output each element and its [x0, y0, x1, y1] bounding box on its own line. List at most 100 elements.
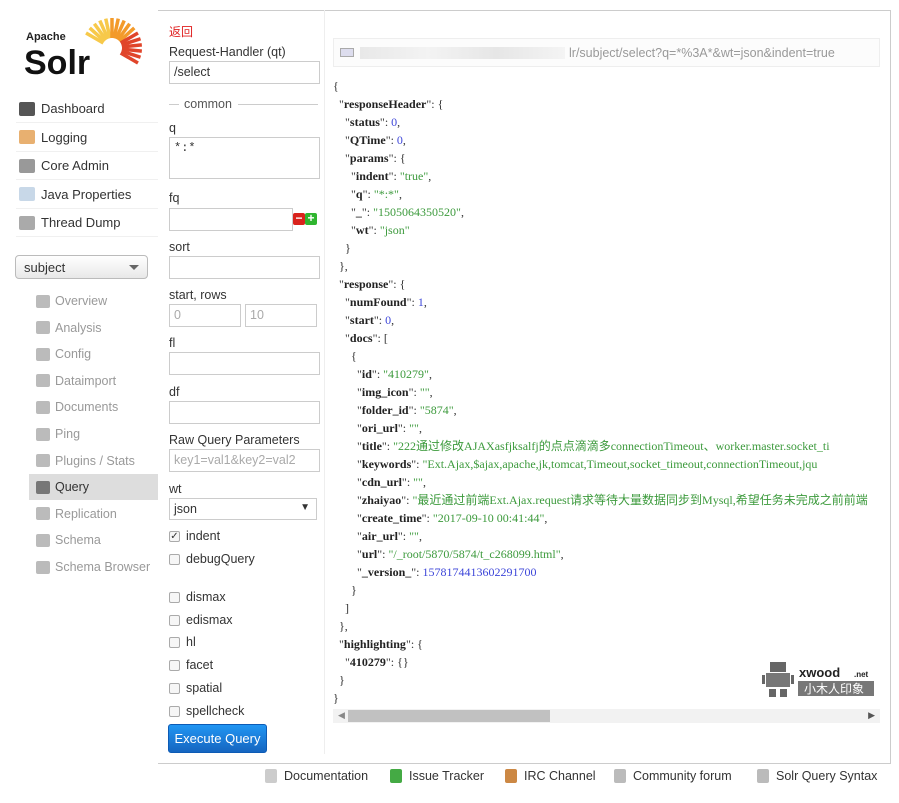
- json-key: 410279: [349, 655, 386, 669]
- checkbox-checked-icon: ✓: [169, 530, 180, 542]
- json-line: "_version_": 1578174413602291700: [333, 565, 537, 579]
- nav-item-dashboard[interactable]: Dashboard: [16, 95, 158, 123]
- indent-checkbox[interactable]: ✓ indent: [169, 529, 220, 543]
- json-punct: }: [345, 241, 351, 255]
- json-key: numFound: [349, 295, 407, 309]
- qt-input[interactable]: /select: [169, 61, 320, 84]
- json-line: "docs": [: [333, 331, 388, 345]
- core-nav-schema[interactable]: Schema: [29, 527, 158, 553]
- core-admin-icon: [19, 158, 35, 173]
- scroll-right-icon[interactable]: ▶: [868, 710, 875, 721]
- footer-link-solr-query-syntax[interactable]: Solr Query Syntax: [757, 769, 877, 783]
- json-punct: ,: [422, 475, 426, 489]
- add-fq-icon[interactable]: +: [305, 212, 317, 225]
- checkbox-icon: [169, 591, 180, 603]
- dismax-checkbox[interactable]: dismax: [169, 590, 226, 604]
- hl-checkbox[interactable]: hl: [169, 635, 196, 649]
- footer-link-community-forum[interactable]: Community forum: [614, 769, 732, 783]
- q-label: q: [169, 121, 176, 135]
- wt-select[interactable]: json ▼: [169, 498, 317, 520]
- overview-icon: [36, 294, 50, 308]
- scroll-left-icon[interactable]: ◀: [338, 710, 345, 721]
- core-nav-plugins-stats[interactable]: Plugins / Stats: [29, 448, 158, 474]
- footer-link-documentation[interactable]: Documentation: [265, 769, 368, 783]
- config-icon: [36, 347, 50, 361]
- json-punct: {: [417, 637, 423, 651]
- json-value: 1578174413602291700: [422, 565, 537, 579]
- bug-icon: [390, 769, 402, 783]
- json-punct: ,: [460, 205, 464, 219]
- core-nav-config[interactable]: Config: [29, 341, 158, 367]
- q-textarea[interactable]: *:*: [169, 137, 320, 179]
- json-punct: ,: [418, 529, 422, 543]
- json-value: "/_root/5870/5874/t_c268099.html": [388, 547, 561, 561]
- fq-input[interactable]: [169, 208, 293, 231]
- json-value: "1505064350520": [373, 205, 461, 219]
- facet-checkbox[interactable]: facet: [169, 658, 213, 672]
- ping-icon: [36, 427, 50, 441]
- json-punct: },: [339, 619, 348, 633]
- svg-text:.net: .net: [854, 670, 869, 679]
- core-nav-query[interactable]: Query: [29, 474, 158, 501]
- core-nav-documents[interactable]: Documents: [29, 394, 158, 420]
- common-legend: common: [184, 97, 232, 111]
- start-input[interactable]: 0: [169, 304, 241, 327]
- json-key: wt: [355, 223, 369, 237]
- spellcheck-checkbox[interactable]: spellcheck: [169, 704, 244, 718]
- result-url-link[interactable]: lr/subject/select?q=*%3A*&wt=json&indent…: [333, 38, 880, 67]
- documentation-icon: [265, 769, 277, 783]
- json-line: "zhaiyao": "最近通过前端Ext.Ajax.request请求等待大量…: [333, 493, 868, 507]
- core-nav-ping[interactable]: Ping: [29, 421, 158, 447]
- spatial-checkbox[interactable]: spatial: [169, 681, 222, 695]
- solr-logo[interactable]: Apache Solr: [24, 16, 144, 80]
- chevron-down-icon: ▼: [300, 502, 310, 513]
- json-line: "indent": "true",: [333, 169, 432, 183]
- logging-icon: [19, 130, 35, 144]
- json-punct: [: [383, 331, 388, 345]
- wt-label: wt: [169, 482, 182, 496]
- json-key: _: [355, 205, 362, 219]
- df-input[interactable]: [169, 401, 320, 424]
- remove-fq-icon[interactable]: −: [293, 212, 305, 225]
- edismax-checkbox[interactable]: edismax: [169, 613, 233, 627]
- sort-input[interactable]: [169, 256, 320, 279]
- rows-input[interactable]: 10: [245, 304, 317, 327]
- checkbox-icon: [169, 682, 180, 694]
- core-selector[interactable]: subject: [15, 255, 148, 279]
- json-punct: ,: [423, 295, 427, 309]
- core-nav-schema-browser[interactable]: Schema Browser: [29, 554, 158, 580]
- json-punct: ,: [428, 367, 432, 381]
- link-icon: [340, 48, 354, 57]
- nav-item-logging[interactable]: Logging: [16, 124, 158, 152]
- json-punct: ,: [453, 403, 457, 417]
- execute-query-button[interactable]: Execute Query: [168, 724, 267, 753]
- java-properties-icon: [19, 187, 35, 201]
- core-nav-dataimport[interactable]: Dataimport: [29, 368, 158, 394]
- svg-text:小木人印象: 小木人印象: [804, 682, 864, 696]
- json-value: "最近通过前端Ext.Ajax.request请求等待大量数据同步到Mysql,…: [412, 493, 868, 507]
- core-nav-overview[interactable]: Overview: [29, 288, 158, 314]
- nav-item-core-admin[interactable]: Core Admin: [16, 152, 158, 180]
- fl-input[interactable]: [169, 352, 320, 375]
- core-nav-replication[interactable]: Replication: [29, 501, 158, 527]
- json-line: "start": 0,: [333, 313, 395, 327]
- json-key: air_url: [361, 529, 398, 543]
- nav-item-java-properties[interactable]: Java Properties: [16, 181, 158, 209]
- nav-item-thread-dump[interactable]: Thread Dump: [16, 209, 158, 237]
- back-link[interactable]: 返回: [169, 23, 193, 40]
- json-line: }: [333, 239, 881, 257]
- chevron-down-icon: [129, 265, 139, 275]
- footer-link-irc-channel[interactable]: IRC Channel: [505, 769, 596, 783]
- core-nav-analysis[interactable]: Analysis: [29, 315, 158, 341]
- json-value: "": [409, 529, 419, 543]
- raw-params-input[interactable]: key1=val1&key2=val2: [169, 449, 320, 472]
- debugquery-checkbox[interactable]: debugQuery: [169, 552, 255, 566]
- replication-icon: [36, 507, 50, 521]
- scrollbar-thumb[interactable]: [348, 710, 550, 722]
- json-punct: },: [339, 259, 348, 273]
- irc-icon: [505, 769, 517, 783]
- footer-link-issue-tracker[interactable]: Issue Tracker: [390, 769, 484, 783]
- json-key: create_time: [361, 511, 422, 525]
- analysis-icon: [36, 321, 50, 335]
- json-punct: ,: [428, 169, 432, 183]
